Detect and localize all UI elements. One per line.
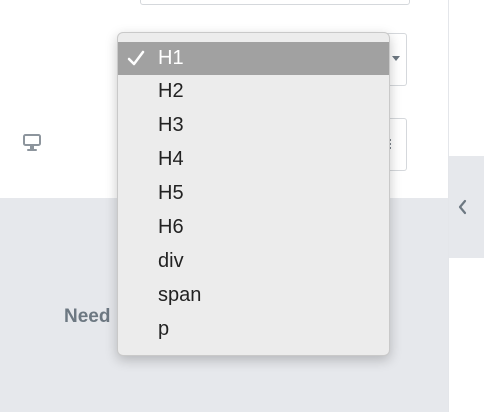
dropdown-option-h3[interactable]: H3 [118,109,389,142]
background-text: Need [64,306,111,327]
dropdown-option-label: H6 [158,216,184,238]
dropdown-option-label: H4 [158,148,184,170]
check-icon [127,50,145,66]
dropdown-option-p[interactable]: p [118,313,389,346]
dropdown-option-h2[interactable]: H2 [118,75,389,108]
dropdown-option-label: H5 [158,182,184,204]
dropdown-option-label: H2 [158,80,184,102]
dropdown-option-label: p [158,318,170,340]
collapse-panel-button[interactable] [449,156,484,258]
top-settings-field[interactable] [140,0,410,5]
dropdown-option-span[interactable]: span [118,279,389,312]
dropdown-option-label: div [158,250,184,272]
dropdown-option-h6[interactable]: H6 [118,211,389,244]
dropdown-option-label: span [158,284,202,306]
dropdown-option-div[interactable]: div [118,245,389,278]
desktop-monitor-icon[interactable] [22,131,42,153]
caret-down-icon [392,56,400,61]
chevron-left-icon [458,199,467,215]
dropdown-option-h4[interactable]: H4 [118,143,389,176]
dropdown-option-h5[interactable]: H5 [118,177,389,210]
html-tag-dropdown[interactable]: H1 H2 H3 H4 H5 H6 div span p [117,32,390,356]
dropdown-option-label: H1 [158,47,184,69]
dropdown-option-label: H3 [158,114,184,136]
dropdown-option-h1[interactable]: H1 [118,42,389,75]
